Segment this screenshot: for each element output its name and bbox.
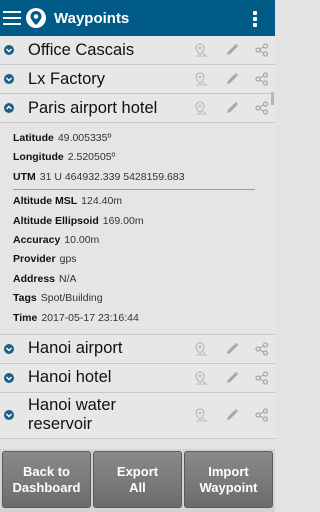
chevron-down-icon[interactable] [4,74,14,84]
waypoint-row[interactable]: Hanoi water reservoir [0,392,275,439]
detail-address: Address N/A [13,272,77,285]
edit-icon[interactable] [225,101,239,115]
overflow-menu-icon[interactable] [253,11,257,27]
share-icon[interactable] [255,408,269,423]
chevron-down-icon[interactable] [4,372,14,383]
menu-icon[interactable] [3,11,21,25]
edit-icon[interactable] [225,371,239,385]
back-to-dashboard-button[interactable]: Back to Dashboard [2,451,91,508]
detail-altitude-ellipsoid: Altitude Ellipsoid 169.00m [13,214,144,227]
edit-icon[interactable] [225,72,239,86]
bottom-button-bar: Back to Dashboard Export All Import Wayp… [0,449,275,512]
export-all-button[interactable]: Export All [93,451,182,508]
map-pin-icon[interactable] [193,407,209,423]
chevron-down-icon[interactable] [4,45,14,55]
import-waypoint-button[interactable]: Import Waypoint [184,451,273,508]
chevron-down-icon[interactable] [4,410,14,421]
detail-altitude-msl: Altitude MSL 124.40m [13,195,123,208]
share-icon[interactable] [255,342,269,356]
detail-longitude: Longitude 2.520505º [13,151,116,164]
divider [13,189,255,191]
waypoint-row[interactable]: Hanoi hotel [0,363,275,393]
app-bar: Waypoints [0,0,275,36]
detail-utm: UTM 31 U 464932.339 5428159.683 [13,170,185,183]
map-pin-icon[interactable] [193,341,209,357]
share-icon[interactable] [255,43,269,57]
waypoint-row-expanded[interactable]: Paris airport hotel [0,94,275,123]
scrollbar[interactable] [271,92,274,105]
detail-time: Time 2017-05-17 23:16:44 [13,311,139,324]
share-icon[interactable] [255,72,269,86]
edit-icon[interactable] [225,342,239,356]
page-title: Waypoints [54,9,130,27]
waypoint-list: Office Cascais Lx Factory Paris airport … [0,36,275,449]
edit-icon[interactable] [225,43,239,57]
detail-tags: Tags Spot/Building [13,292,103,305]
waypoint-details: Latitude 49.005335º Longitude 2.520505º UT… [0,123,275,335]
detail-accuracy: Accuracy 10.00m [13,233,100,246]
chevron-down-icon[interactable] [4,343,14,354]
waypoint-row[interactable]: Lx Factory [0,65,275,94]
waypoint-row[interactable]: Office Cascais [0,36,275,65]
map-pin-icon[interactable] [193,100,209,116]
detail-provider: Provider gps [13,253,77,266]
map-pin-icon[interactable] [193,370,209,386]
detail-latitude: Latitude 49.005335º [13,132,112,144]
app-logo-icon [26,8,46,28]
map-pin-icon[interactable] [193,71,209,87]
chevron-up-icon[interactable] [4,103,14,113]
edit-icon[interactable] [225,408,239,422]
share-icon[interactable] [255,371,269,385]
waypoint-row[interactable]: Hanoi airport [0,334,275,364]
map-pin-icon[interactable] [193,42,209,58]
share-icon[interactable] [255,101,269,115]
